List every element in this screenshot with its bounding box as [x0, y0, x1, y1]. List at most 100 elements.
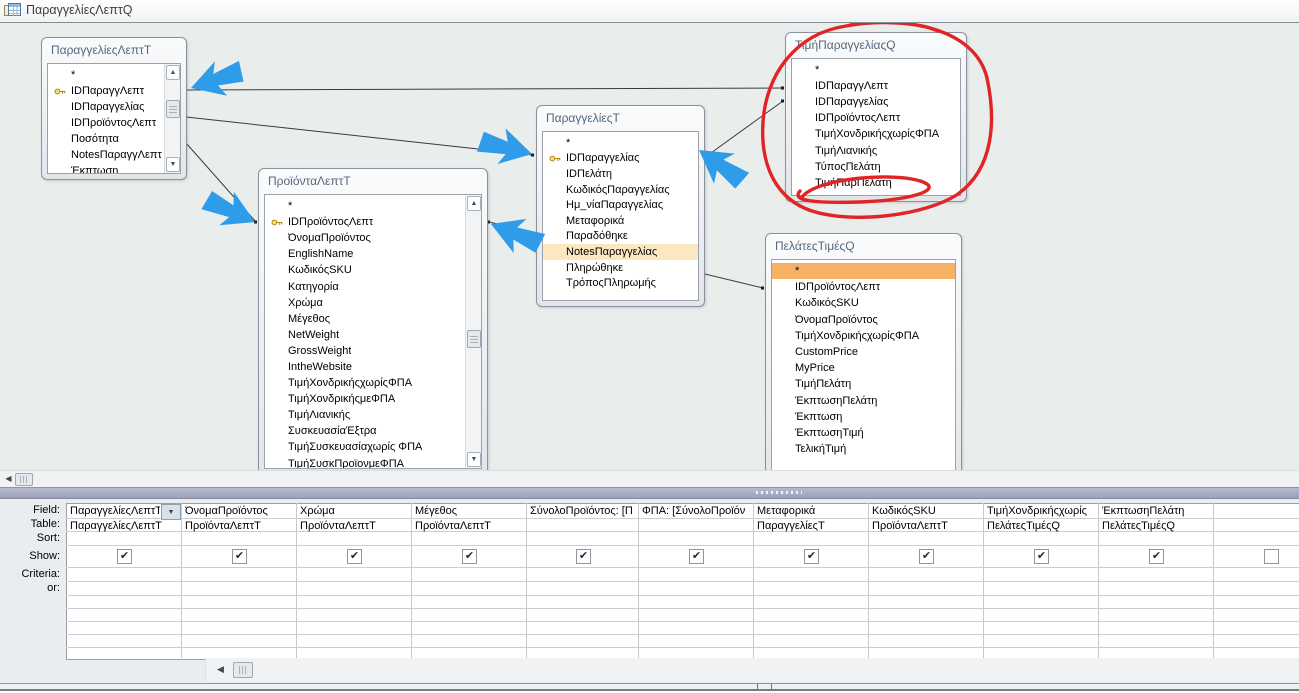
- scrollbar-thumb[interactable]: [15, 473, 33, 486]
- field-list-scrollbar[interactable]: ▲ ▼: [465, 195, 481, 468]
- grid-table-cell[interactable]: ΠροϊόνταΛεπτΤ: [185, 519, 292, 533]
- scrollbar-thumb[interactable]: [233, 662, 253, 678]
- field-row[interactable]: IDΠροϊόντοςΛεπτ: [772, 279, 955, 295]
- grid-field-cell[interactable]: ΈκπτωσηΠελάτη: [1102, 504, 1209, 518]
- field-row[interactable]: ΤιμήΠελάτη: [772, 376, 955, 392]
- field-row[interactable]: CustomPrice: [772, 344, 955, 360]
- field-row[interactable]: *: [265, 198, 466, 214]
- show-checkbox[interactable]: ✔: [919, 549, 934, 564]
- show-checkbox[interactable]: ✔: [804, 549, 819, 564]
- field-row[interactable]: ΚωδικόςSKU: [772, 295, 955, 311]
- field-row[interactable]: IDΠαραγγελίας: [792, 94, 960, 110]
- grid-table-cell[interactable]: [1217, 519, 1295, 533]
- grid-table-cell[interactable]: ΠελάτεςΤιμέςQ: [1102, 519, 1209, 533]
- field-row[interactable]: Πληρώθηκε: [543, 260, 698, 276]
- show-checkbox[interactable]: ✔: [117, 549, 132, 564]
- field-row[interactable]: ΤιμήΛιανικής: [792, 142, 960, 158]
- scroll-left-icon[interactable]: ◀: [213, 662, 228, 677]
- table-card-timi-paraggelias-q[interactable]: ΤιμήΠαραγγελίαςQ * IDΠαραγγΛεπτ IDΠαραγγ…: [785, 32, 967, 202]
- field-row[interactable]: ΚωδικόςΠαραγγελίας: [543, 182, 698, 198]
- field-row[interactable]: ΤρόποςΠληρωμής: [543, 275, 698, 291]
- field-row[interactable]: Μέγεθος: [265, 311, 466, 327]
- table-title[interactable]: ΠροϊόνταΛεπτΤ: [259, 169, 487, 193]
- field-row[interactable]: ΌνομαΠροϊόντος: [772, 312, 955, 328]
- field-row[interactable]: Μεταφορικά: [543, 213, 698, 229]
- field-row[interactable]: *: [48, 67, 165, 83]
- grid-field-cell[interactable]: ΦΠΑ: [ΣύνολοΠροϊόν: [642, 504, 751, 518]
- scroll-up-icon[interactable]: ▲: [166, 65, 180, 80]
- table-title[interactable]: ΠελάτεςΤιμέςQ: [766, 234, 961, 258]
- grid-table-cell[interactable]: [642, 519, 751, 533]
- field-row[interactable]: IDΠροϊόντοςΛεπτ: [48, 115, 165, 131]
- grid-table-cell[interactable]: ΠροϊόνταΛεπτΤ: [300, 519, 407, 533]
- field-row[interactable]: ΤιμήΧονδρικήςχωρίςΦΠΑ: [772, 328, 955, 344]
- show-checkbox[interactable]: ✔: [1149, 549, 1164, 564]
- grid-field-cell[interactable]: Μέγεθος: [415, 504, 522, 518]
- field-row[interactable]: ΤιμήΣυσκΠροϊονμεΦΠΑ: [265, 456, 466, 470]
- grid-pane-hscrollbar[interactable]: ◀: [205, 658, 1299, 682]
- table-card-paraggelies-lept-t[interactable]: ΠαραγγελίεςΛεπτΤ * IDΠαραγγΛεπτ IDΠαραγγ…: [41, 37, 187, 180]
- grid-field-cell[interactable]: [1217, 504, 1295, 518]
- field-row[interactable]: Ποσότητα: [48, 131, 165, 147]
- field-row[interactable]: MyPrice: [772, 360, 955, 376]
- field-row[interactable]: ΤύποςΠελάτη: [792, 159, 960, 175]
- field-row[interactable]: ΤιμήΧονδρικήςχωρίςΦΠΑ: [265, 375, 466, 391]
- table-card-pelates-times-q[interactable]: ΠελάτεςΤιμέςQ * IDΠροϊόντοςΛεπτ ΚωδικόςS…: [765, 233, 962, 482]
- field-row[interactable]: IDΠαραγγΛεπτ: [48, 83, 165, 99]
- field-row[interactable]: ΤιμήΧονδρικήςχωρίςΦΠΑ: [792, 126, 960, 142]
- field-row-selected[interactable]: NotesΠαραγγελίας: [543, 244, 698, 260]
- scroll-up-icon[interactable]: ▲: [467, 196, 481, 211]
- field-row[interactable]: EnglishName: [265, 246, 466, 262]
- field-row[interactable]: Κατηγορία: [265, 278, 466, 294]
- grid-table-cell[interactable]: ΠελάτεςΤιμέςQ: [987, 519, 1096, 533]
- field-row[interactable]: IDΠροϊόντοςΛεπτ: [792, 110, 960, 126]
- show-checkbox[interactable]: ✔: [1264, 549, 1279, 564]
- show-checkbox[interactable]: ✔: [232, 549, 247, 564]
- scrollbar-thumb[interactable]: [467, 330, 481, 348]
- grid-table-cell[interactable]: [530, 519, 636, 533]
- scroll-left-icon[interactable]: ◀: [2, 473, 15, 485]
- show-checkbox[interactable]: ✔: [1034, 549, 1049, 564]
- field-row[interactable]: IDΠροϊόντοςΛεπτ: [265, 214, 466, 230]
- field-row[interactable]: ΤιμήΣυσκευασίαχωρίς ΦΠΑ: [265, 439, 466, 455]
- field-row[interactable]: ΤελικήΤιμή: [772, 441, 955, 457]
- field-row[interactable]: IDΠαραγγΛεπτ: [792, 78, 960, 94]
- design-pane-hscrollbar[interactable]: ◀: [0, 470, 1299, 487]
- grid-table-cell[interactable]: ΠαραγγελίεςΤ: [757, 519, 864, 533]
- table-title[interactable]: ΤιμήΠαραγγελίαςQ: [786, 33, 966, 57]
- field-row[interactable]: NotesΠαραγγΛεπτ: [48, 147, 165, 163]
- field-row[interactable]: ΈκπτωσηΤιμή: [772, 425, 955, 441]
- show-checkbox[interactable]: ✔: [689, 549, 704, 564]
- field-row[interactable]: NetWeight: [265, 327, 466, 343]
- grid-field-cell[interactable]: ΚωδικόςSKU: [872, 504, 979, 518]
- field-row[interactable]: *: [792, 62, 960, 78]
- grid-table-cell[interactable]: ΠροϊόνταΛεπτΤ: [415, 519, 522, 533]
- table-title[interactable]: ΠαραγγελίεςΛεπτΤ: [42, 38, 186, 62]
- grid-table-cell[interactable]: ΠαραγγελίεςΛεπτΤ: [70, 519, 177, 533]
- grid-field-cell[interactable]: ΣύνολοΠροϊόντος: [Π: [530, 504, 636, 518]
- field-row[interactable]: IDΠαραγγελίας: [543, 151, 698, 167]
- field-row-selected[interactable]: *: [772, 263, 955, 279]
- show-checkbox[interactable]: ✔: [576, 549, 591, 564]
- table-title[interactable]: ΠαραγγελίεςΤ: [537, 106, 704, 130]
- show-checkbox[interactable]: ✔: [347, 549, 362, 564]
- grid-field-cell[interactable]: Μεταφορικά: [757, 504, 864, 518]
- field-row[interactable]: ΌνομαΠροϊόντος: [265, 230, 466, 246]
- grid-field-cell[interactable]: ΌνομαΠροϊόντος: [185, 504, 292, 518]
- grid-table-cell[interactable]: ΠροϊόνταΛεπτΤ: [872, 519, 979, 533]
- field-row[interactable]: ΤιμήΧονδρικήςμεΦΠΑ: [265, 391, 466, 407]
- field-row[interactable]: ΚωδικόςSKU: [265, 262, 466, 278]
- field-row[interactable]: ΤιμήΛιανικής: [265, 407, 466, 423]
- field-row[interactable]: IDΠελάτη: [543, 166, 698, 182]
- scroll-down-icon[interactable]: ▼: [166, 157, 180, 172]
- field-row[interactable]: Έκπτωση: [772, 409, 955, 425]
- table-card-paraggelies-t[interactable]: ΠαραγγελίεςΤ * IDΠαραγγελίας IDΠελάτη Κω…: [536, 105, 705, 307]
- field-list-scrollbar[interactable]: ▲ ▼: [164, 64, 180, 173]
- field-combo-button[interactable]: ▼: [161, 504, 181, 520]
- field-row[interactable]: Χρώμα: [265, 295, 466, 311]
- field-row[interactable]: *: [543, 135, 698, 151]
- grid-field-cell[interactable]: Χρώμα: [300, 504, 407, 518]
- field-row[interactable]: Έκπτωση: [48, 163, 165, 174]
- scroll-down-icon[interactable]: ▼: [467, 452, 481, 467]
- show-checkbox[interactable]: ✔: [462, 549, 477, 564]
